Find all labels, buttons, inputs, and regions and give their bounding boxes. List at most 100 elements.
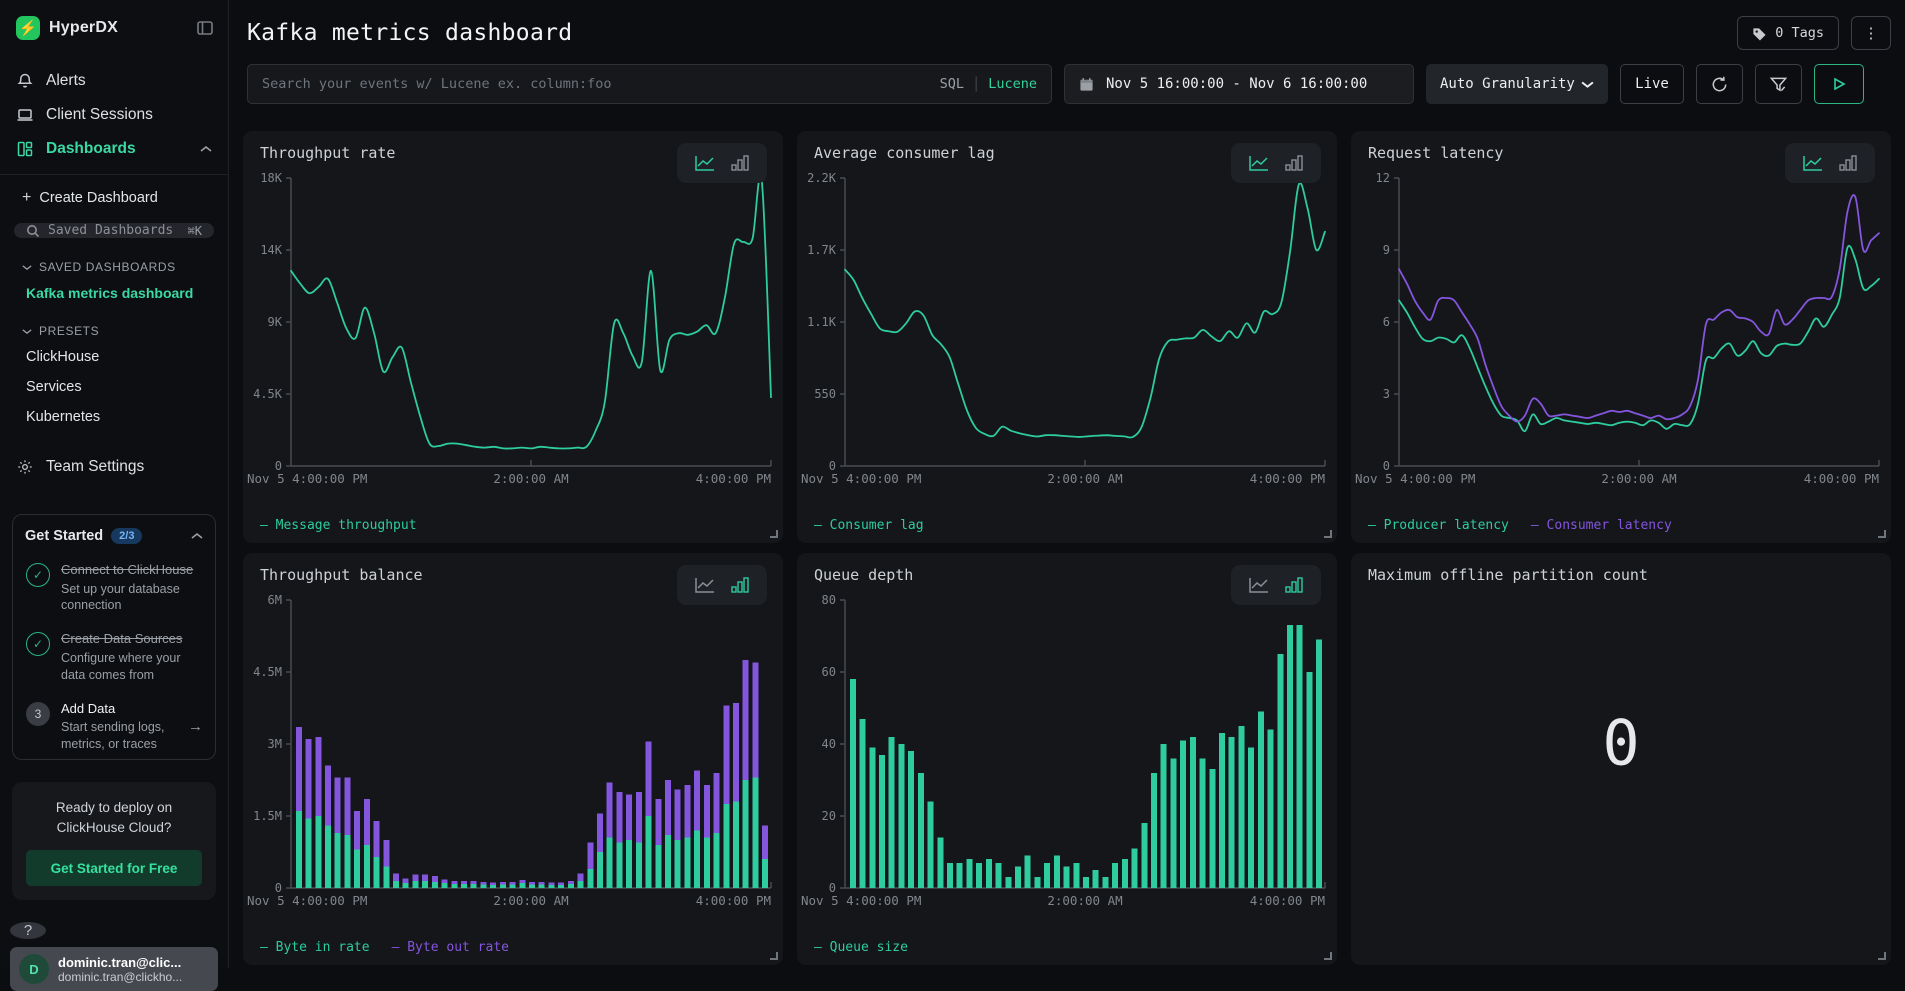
chart-plot[interactable]: 6M4.5M3M1.5M0Nov 5 4:00:00 PM2:00:00 AM4… — [243, 586, 783, 916]
chevron-up-icon — [200, 140, 212, 158]
user-menu[interactable]: D dominic.tran@clic... dominic.tran@clic… — [10, 947, 218, 991]
svg-text:Nov 5 4:00:00 PM: Nov 5 4:00:00 PM — [247, 893, 367, 908]
refresh-icon — [1710, 75, 1729, 94]
sidebar-collapse-icon[interactable] — [196, 19, 214, 37]
svg-text:Nov 5 4:00:00 PM: Nov 5 4:00:00 PM — [801, 471, 921, 486]
chart-type-toggle[interactable] — [677, 143, 767, 183]
sidebar-item-alerts[interactable]: Alerts — [0, 64, 228, 98]
sidebar-item-kafka-dashboard[interactable]: Kafka metrics dashboard — [0, 278, 228, 308]
event-search-input[interactable] — [262, 76, 930, 92]
legend-item[interactable]: — Byte out rate — [392, 940, 509, 955]
sidebar-item-kubernetes[interactable]: Kubernetes — [0, 402, 228, 432]
bar-chart-icon[interactable] — [1284, 576, 1304, 594]
resize-handle[interactable] — [1324, 952, 1332, 960]
date-range-picker[interactable]: Nov 5 16:00:00 - Nov 6 16:00:00 — [1064, 64, 1414, 104]
svg-text:9: 9 — [1383, 243, 1390, 257]
chart-legend: — Consumer lag — [814, 518, 924, 533]
resize-handle[interactable] — [1878, 952, 1886, 960]
step-desc: Set up your database connection — [61, 581, 203, 615]
run-query-button[interactable] — [1814, 64, 1864, 104]
resize-handle[interactable] — [1878, 530, 1886, 538]
presets-section-header[interactable]: PRESETS — [0, 308, 228, 342]
step-title: Add Data — [61, 700, 178, 718]
sidebar-item-clickhouse[interactable]: ClickHouse — [0, 342, 228, 372]
legend-item[interactable]: — Byte in rate — [260, 940, 370, 955]
sidebar-item-dashboards[interactable]: Dashboards — [0, 132, 228, 166]
chart-type-toggle[interactable] — [677, 565, 767, 605]
granularity-select[interactable]: Auto Granularity — [1426, 64, 1608, 104]
refresh-button[interactable] — [1696, 64, 1743, 104]
svg-text:4:00:00 PM: 4:00:00 PM — [1250, 893, 1325, 908]
search-placeholder: Saved Dashboards — [48, 223, 173, 238]
line-chart-icon[interactable] — [1248, 154, 1270, 172]
shortcut-badge: ⌘K — [188, 224, 202, 238]
legend-item[interactable]: — Message throughput — [260, 518, 417, 533]
line-chart-icon[interactable] — [1248, 576, 1270, 594]
single-value: 0 — [1351, 706, 1891, 779]
chart-plot[interactable]: 2.2K1.7K1.1K5500Nov 5 4:00:00 PM2:00:00 … — [797, 164, 1337, 494]
line-chart-icon[interactable] — [694, 576, 716, 594]
legend-item[interactable]: — Consumer lag — [814, 518, 924, 533]
event-search-bar[interactable]: SQL | Lucene — [247, 64, 1052, 104]
svg-text:2:00:00 AM: 2:00:00 AM — [493, 471, 568, 486]
sidebar-item-team-settings[interactable]: Team Settings — [0, 432, 228, 484]
gear-icon — [16, 458, 34, 476]
get-started-free-button[interactable]: Get Started for Free — [26, 850, 202, 886]
play-icon — [1832, 77, 1846, 91]
help-button[interactable]: ? — [10, 922, 46, 939]
step-add-data[interactable]: 3 Add Data Start sending logs, metrics, … — [25, 700, 203, 753]
svg-text:4.5K: 4.5K — [253, 387, 283, 401]
laptop-icon — [16, 106, 34, 124]
bar-chart-icon[interactable] — [1284, 154, 1304, 172]
svg-text:80: 80 — [822, 593, 836, 607]
bar-chart-icon[interactable] — [730, 154, 750, 172]
svg-text:4:00:00 PM: 4:00:00 PM — [1250, 471, 1325, 486]
legend-item[interactable]: — Consumer latency — [1531, 518, 1672, 533]
arrow-right-icon: → — [188, 718, 203, 735]
line-chart-icon[interactable] — [1802, 154, 1824, 172]
chart-legend: — Queue size — [814, 940, 908, 955]
sql-toggle[interactable]: SQL — [940, 76, 964, 92]
sidebar-item-services[interactable]: Services — [0, 372, 228, 402]
svg-text:14K: 14K — [260, 243, 282, 257]
chart-plot[interactable]: 806040200Nov 5 4:00:00 PM2:00:00 AM4:00:… — [797, 586, 1337, 916]
resize-handle[interactable] — [1324, 530, 1332, 538]
avatar: D — [19, 954, 49, 984]
legend-item[interactable]: — Producer latency — [1368, 518, 1509, 533]
svg-text:20: 20 — [822, 809, 836, 823]
saved-dashboards-section-header[interactable]: SAVED DASHBOARDS — [0, 244, 228, 278]
step-desc: Start sending logs, metrics, or traces — [61, 719, 178, 753]
plus-icon: + — [22, 189, 31, 207]
bar-chart-icon[interactable] — [1838, 154, 1858, 172]
tags-button[interactable]: 0 Tags — [1737, 16, 1839, 50]
chart-type-toggle[interactable] — [1231, 565, 1321, 605]
bar-chart-icon[interactable] — [730, 576, 750, 594]
svg-text:6: 6 — [1383, 315, 1390, 329]
resize-handle[interactable] — [770, 952, 778, 960]
line-chart-icon[interactable] — [694, 154, 716, 172]
chart-type-toggle[interactable] — [1785, 143, 1875, 183]
svg-text:6M: 6M — [268, 593, 282, 607]
legend-item[interactable]: — Queue size — [814, 940, 908, 955]
live-button[interactable]: Live — [1620, 64, 1684, 104]
more-menu-button[interactable]: ⋮ — [1851, 16, 1891, 50]
lucene-toggle[interactable]: Lucene — [988, 76, 1037, 92]
saved-dashboards-search[interactable]: Saved Dashboards ⌘K — [14, 223, 214, 238]
resize-handle[interactable] — [770, 530, 778, 538]
step-title: Connect to ClickHouse — [61, 561, 203, 579]
chevron-up-icon[interactable] — [191, 527, 203, 545]
chart-card-max-offline-partition-count: Maximum offline partition count0 — [1351, 553, 1891, 965]
filter-button[interactable] — [1755, 64, 1802, 104]
get-started-panel: Get Started 2/3 ✓ Connect to ClickHouse … — [12, 514, 216, 760]
chart-plot[interactable]: 129630Nov 5 4:00:00 PM2:00:00 AM4:00:00 … — [1351, 164, 1891, 494]
step-connect-clickhouse[interactable]: ✓ Connect to ClickHouse Set up your data… — [25, 561, 203, 614]
chart-card-throughput-rate: Throughput rate18K14K9K4.5K0Nov 5 4:00:0… — [243, 131, 783, 543]
svg-text:1.1K: 1.1K — [807, 315, 837, 329]
sidebar-item-client-sessions[interactable]: Client Sessions — [0, 98, 228, 132]
step-create-data-sources[interactable]: ✓ Create Data Sources Configure where yo… — [25, 630, 203, 683]
svg-text:2:00:00 AM: 2:00:00 AM — [1047, 471, 1122, 486]
svg-text:12: 12 — [1376, 171, 1390, 185]
chart-type-toggle[interactable] — [1231, 143, 1321, 183]
create-dashboard-button[interactable]: + Create Dashboard — [0, 175, 228, 217]
chart-plot[interactable]: 18K14K9K4.5K0Nov 5 4:00:00 PM2:00:00 AM4… — [243, 164, 783, 494]
